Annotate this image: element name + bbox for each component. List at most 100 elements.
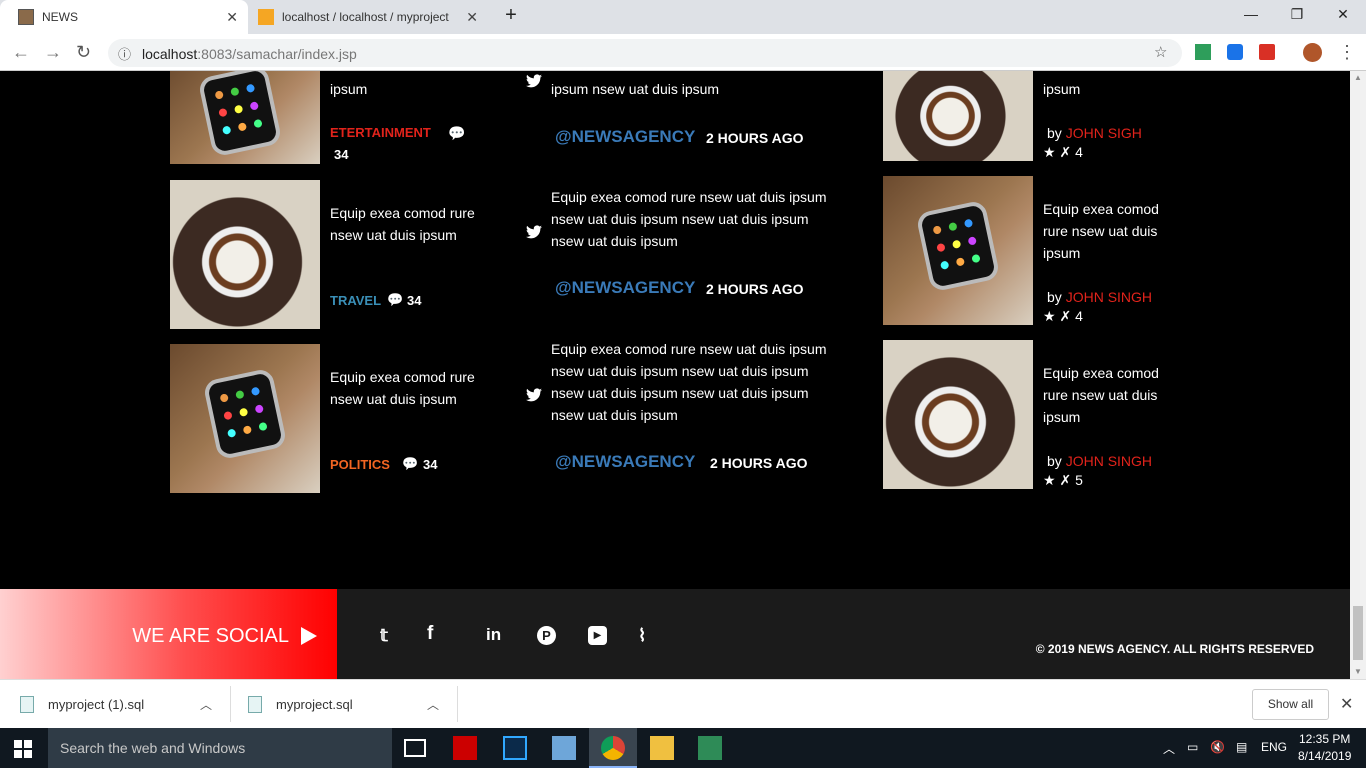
story-thumbnail-watch[interactable]	[170, 71, 320, 164]
author-name[interactable]: JOHN SIGH	[1066, 125, 1142, 141]
youtube-icon[interactable]: ▶	[588, 626, 607, 645]
twitter-icon	[526, 74, 542, 88]
menu-icon[interactable]: ⋮	[1338, 42, 1356, 63]
tweet-handle[interactable]: @NEWSAGENCY	[555, 278, 695, 298]
linkedin-icon[interactable]: in	[486, 625, 506, 645]
maximize-icon[interactable]: ❐	[1282, 6, 1312, 23]
watch-app-dot	[253, 118, 263, 129]
scroll-up-icon[interactable]: ▲	[1354, 73, 1362, 82]
notifications-icon[interactable]: ▤	[1236, 740, 1247, 754]
bookmark-star-icon[interactable]: ☆	[1154, 43, 1167, 61]
watch-app-dot	[932, 225, 942, 235]
divider	[457, 686, 458, 722]
chevron-up-icon[interactable]: ︿	[200, 696, 212, 713]
chrome-taskbar-button[interactable]	[589, 728, 637, 768]
watch-app-dot	[242, 425, 253, 435]
back-icon[interactable]: ←	[12, 42, 30, 63]
category-link[interactable]: POLITICS	[330, 457, 390, 472]
show-hidden-icons-icon[interactable]: ︿	[1163, 740, 1175, 757]
tweet-handle[interactable]: @NEWSAGENCY	[555, 452, 695, 472]
tweet-handle[interactable]: @NEWSAGENCY	[555, 127, 695, 147]
download-item[interactable]: myproject.sql ︿	[248, 680, 448, 729]
url-input[interactable]: ⓘ localhost:8083/samachar/index.jsp ☆	[108, 39, 1182, 67]
category-link[interactable]: TRAVEL	[330, 293, 381, 308]
watch-app-dot	[249, 101, 260, 111]
category-link[interactable]: ETERTAINMENT	[330, 125, 431, 140]
watch-app-dot	[971, 253, 981, 264]
story-thumbnail-coffee[interactable]	[170, 180, 320, 329]
story-text[interactable]: Equip exea comod rure nsew uat duis ipsu…	[330, 366, 475, 410]
clock-time: 12:35 PM	[1299, 732, 1351, 746]
clock-date: 8/14/2019	[1298, 749, 1352, 763]
info-icon[interactable]: ⓘ	[118, 44, 131, 63]
chevron-up-icon[interactable]: ︿	[427, 696, 439, 713]
new-tab-icon[interactable]: +	[496, 4, 526, 27]
windows-start-icon[interactable]	[14, 740, 32, 758]
rating-value: 5	[1075, 472, 1083, 488]
story-text[interactable]: Equip exea comod rure nsew uat duis ipsu…	[1043, 362, 1183, 428]
tweet-time: 2 HOURS AGO	[710, 455, 808, 471]
download-item[interactable]: myproject (1).sql ︿	[20, 680, 220, 729]
minimize-icon[interactable]: —	[1236, 6, 1266, 22]
story-text[interactable]: ipsum	[1043, 78, 1183, 100]
adobe-reader-icon[interactable]	[453, 736, 477, 760]
news-favicon-icon	[18, 9, 34, 25]
watch-app-dot	[250, 386, 261, 397]
story-text[interactable]: ipsum	[330, 78, 480, 100]
extension-pdf-icon[interactable]	[1259, 44, 1275, 60]
language-indicator[interactable]: ENG	[1261, 740, 1287, 754]
file-explorer-icon[interactable]	[650, 736, 674, 760]
watch-app-dot	[221, 125, 232, 135]
story-thumbnail-coffee[interactable]	[883, 71, 1033, 161]
story-author: by JOHN SINGH	[1047, 453, 1152, 469]
close-icon[interactable]: ✕	[226, 9, 238, 26]
taskbar-search-input[interactable]: Search the web and Windows	[48, 728, 392, 768]
watch-app-dot	[233, 104, 244, 114]
scroll-thumb[interactable]	[1353, 606, 1363, 660]
extension-search-icon[interactable]	[1227, 44, 1243, 60]
story-thumbnail-watch[interactable]	[883, 176, 1033, 325]
tweet-text: Equip exea comod rure nsew uat duis ipsu…	[551, 189, 827, 249]
story-thumbnail-watch[interactable]	[170, 344, 320, 493]
taskbar-clock[interactable]: 12:35 PM 8/14/2019	[1298, 731, 1351, 765]
story-text[interactable]: Equip exea comod rure nsew uat duis ipsu…	[330, 202, 475, 246]
extension-sheets-icon[interactable]	[1195, 44, 1211, 60]
rss-icon[interactable]: ⌇	[638, 626, 658, 646]
battery-icon[interactable]: ▭	[1187, 740, 1198, 754]
author-name[interactable]: JOHN SINGH	[1066, 289, 1152, 305]
watch-app-dot	[245, 83, 256, 94]
story-author: by JOHN SINGH	[1047, 289, 1152, 305]
tab-news[interactable]: NEWS ✕	[0, 0, 248, 34]
facebook-icon[interactable]: f	[427, 623, 447, 644]
task-view-icon[interactable]	[404, 739, 426, 757]
close-icon[interactable]: ✕	[466, 9, 478, 26]
twitter-icon[interactable]: 𝕥	[380, 626, 400, 646]
star-icon: ★	[1043, 472, 1056, 488]
story-thumbnail-coffee[interactable]	[883, 340, 1033, 489]
watch-app-dot	[955, 257, 966, 267]
show-all-button[interactable]: Show all	[1252, 689, 1329, 720]
forward-icon[interactable]: →	[44, 42, 62, 63]
download-filename: myproject (1).sql	[48, 697, 145, 712]
author-name[interactable]: JOHN SINGH	[1066, 453, 1152, 469]
downloads-bar: myproject (1).sql ︿ myproject.sql ︿ Show…	[0, 679, 1366, 728]
avatar[interactable]	[1303, 43, 1322, 62]
pinterest-icon[interactable]: P	[537, 626, 556, 645]
tab-phpmyadmin[interactable]: localhost / localhost / myproject ✕	[250, 0, 488, 34]
file-icon	[248, 696, 262, 713]
charts-app-icon[interactable]	[698, 736, 722, 760]
watch-app-dot	[214, 90, 224, 100]
virtualbox-icon[interactable]	[552, 736, 576, 760]
window-close-icon[interactable]: ✕	[1328, 6, 1358, 23]
photoshop-icon[interactable]	[503, 736, 527, 760]
windows-taskbar: Search the web and Windows ︿ ▭ 🔇 ▤ ENG 1…	[0, 728, 1366, 768]
tab-title: NEWS	[42, 10, 78, 24]
divider	[230, 686, 231, 722]
close-icon[interactable]: ✕	[1340, 694, 1353, 714]
story-text[interactable]: Equip exea comod rure nsew uat duis ipsu…	[1043, 198, 1183, 264]
watch-app-dot	[258, 421, 268, 432]
scroll-down-icon[interactable]: ▼	[1354, 667, 1362, 676]
volume-muted-icon[interactable]: 🔇	[1210, 740, 1225, 754]
page-scrollbar[interactable]: ▲ ▼	[1350, 71, 1366, 679]
reload-icon[interactable]: ↻	[76, 42, 91, 63]
